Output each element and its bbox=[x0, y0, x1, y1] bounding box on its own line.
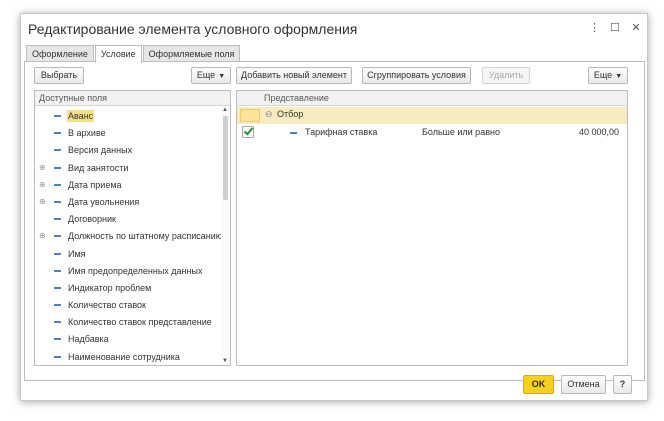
group-conditions-button[interactable]: Сгруппировать условия bbox=[362, 67, 471, 84]
condition-field: Тарифная ставка bbox=[305, 127, 378, 137]
right-more-button[interactable]: Еще ▼ bbox=[588, 67, 628, 84]
conditions-panel: Представление ⊖ Отбор Тарифная ставка Бо… bbox=[236, 90, 628, 366]
field-label: Дата увольнения bbox=[68, 196, 140, 207]
condition-checkbox[interactable] bbox=[242, 125, 254, 138]
field-label: Версия данных bbox=[68, 145, 133, 156]
list-item[interactable]: ⊕ Дата увольнения bbox=[35, 194, 220, 211]
field-label: Вид занятости bbox=[68, 162, 129, 173]
list-item[interactable]: ⊕ Дата приема bbox=[35, 177, 220, 194]
close-icon[interactable]: ✕ bbox=[631, 22, 641, 34]
field-label: Должность по штатному расписанию bbox=[68, 231, 223, 242]
field-dash-icon bbox=[54, 115, 61, 117]
list-item[interactable]: Надбавка bbox=[35, 331, 220, 348]
field-label: Договорник bbox=[68, 214, 116, 225]
condition-row[interactable]: Тарифная ставка Больше или равно 40 000,… bbox=[237, 124, 627, 141]
scroll-up-icon[interactable]: ▲ bbox=[222, 107, 228, 113]
field-dash-icon bbox=[54, 269, 61, 272]
left-more-button[interactable]: Еще ▼ bbox=[191, 67, 231, 84]
list-item[interactable]: В архиве bbox=[35, 125, 220, 142]
field-label: В архиве bbox=[68, 128, 106, 139]
field-label: Индикатор проблем bbox=[68, 282, 152, 293]
list-item[interactable]: Индикатор проблем bbox=[35, 280, 220, 297]
field-label: Дата приема bbox=[68, 179, 122, 190]
list-item[interactable]: Наименование сотрудника bbox=[35, 349, 220, 365]
window-title: Редактирование элемента условного оформл… bbox=[28, 21, 358, 37]
field-label: Имя предопределенных данных bbox=[68, 265, 203, 276]
group-label: Отбор bbox=[277, 109, 304, 119]
list-item[interactable]: Аванс bbox=[35, 108, 220, 125]
available-fields-list: Аванс В архиве Версия данных ⊕ Вид занятости… bbox=[35, 108, 223, 365]
field-dash-icon bbox=[54, 252, 61, 255]
conditions-header: Представление bbox=[237, 91, 627, 106]
list-item[interactable]: ⊕ Вид занятости bbox=[35, 160, 220, 177]
tab-formatting[interactable]: Оформление bbox=[26, 45, 94, 62]
expand-icon[interactable]: ⊕ bbox=[39, 163, 46, 171]
chevron-down-icon: ▼ bbox=[615, 73, 623, 80]
delete-button[interactable]: Удалить bbox=[482, 67, 530, 84]
field-dash-icon bbox=[54, 218, 61, 221]
collapse-icon[interactable]: ⊖ bbox=[265, 109, 273, 120]
more-vertical-icon[interactable]: ⋮ bbox=[589, 22, 600, 34]
field-label: Количество ставок bbox=[68, 300, 146, 311]
field-dash-icon bbox=[54, 166, 61, 169]
list-item[interactable]: Имя bbox=[35, 246, 220, 263]
checkmark-icon bbox=[243, 125, 254, 136]
list-item[interactable]: Договорник bbox=[35, 211, 220, 228]
field-dash-icon bbox=[54, 200, 61, 203]
window-controls: ⋮ ☐ ✕ bbox=[589, 22, 641, 34]
condition-comparison: Больше или равно bbox=[422, 127, 500, 137]
field-label: Имя bbox=[68, 248, 86, 259]
expand-icon[interactable]: ⊕ bbox=[39, 232, 46, 240]
field-dash-icon bbox=[54, 183, 61, 186]
select-button[interactable]: Выбрать bbox=[34, 67, 84, 84]
list-item[interactable]: ⊕ Должность по штатному расписанию bbox=[35, 228, 223, 245]
condition-value: 40 000,00 bbox=[578, 127, 619, 137]
list-item[interactable]: Имя предопределенных данных bbox=[35, 263, 220, 280]
list-item[interactable]: Количество ставок bbox=[35, 297, 220, 314]
scrollbar-thumb[interactable] bbox=[223, 116, 228, 200]
list-item[interactable]: Количество ставок представление bbox=[35, 314, 220, 331]
field-label: Аванс bbox=[67, 110, 95, 122]
available-fields-panel: Доступные поля Аванс В архиве Версия данны… bbox=[34, 90, 231, 366]
field-dash-icon bbox=[54, 355, 61, 358]
tab-formatted-fields[interactable]: Оформляемые поля bbox=[142, 45, 241, 62]
chevron-down-icon: ▼ bbox=[218, 73, 226, 80]
group-check-cell bbox=[240, 109, 260, 122]
field-dash-icon bbox=[290, 132, 297, 134]
field-label: Наименование сотрудника bbox=[68, 351, 180, 362]
more-label: Еще bbox=[593, 70, 613, 80]
field-dash-icon bbox=[54, 235, 61, 238]
expand-icon[interactable]: ⊕ bbox=[39, 197, 46, 205]
cancel-button[interactable]: Отмена bbox=[561, 375, 606, 394]
more-label: Еще bbox=[196, 70, 216, 80]
help-button[interactable]: ? bbox=[613, 375, 632, 394]
add-element-button[interactable]: Добавить новый элемент bbox=[236, 67, 352, 84]
tab-condition[interactable]: Условие bbox=[94, 45, 142, 63]
ok-button[interactable]: OK bbox=[523, 375, 554, 394]
field-label: Количество ставок представление bbox=[68, 317, 212, 328]
fields-scrollbar[interactable]: ▲ ▼ bbox=[221, 106, 230, 365]
tab-panel-condition: Выбрать Еще ▼ Добавить новый элемент Сгру… bbox=[24, 61, 645, 381]
field-dash-icon bbox=[54, 338, 61, 341]
maximize-icon[interactable]: ☐ bbox=[610, 22, 620, 34]
field-dash-icon bbox=[54, 321, 61, 324]
expand-icon[interactable]: ⊕ bbox=[39, 180, 46, 188]
condition-group-row[interactable]: ⊖ Отбор bbox=[237, 107, 627, 124]
dialog-window: Редактирование элемента условного оформл… bbox=[20, 13, 648, 401]
field-label: Надбавка bbox=[68, 334, 109, 345]
field-dash-icon bbox=[54, 286, 61, 289]
field-dash-icon bbox=[54, 304, 61, 307]
list-item[interactable]: Версия данных bbox=[35, 142, 220, 159]
field-dash-icon bbox=[54, 132, 61, 135]
field-dash-icon bbox=[54, 149, 61, 152]
available-fields-header: Доступные поля bbox=[35, 91, 230, 106]
scroll-down-icon[interactable]: ▼ bbox=[222, 358, 228, 364]
